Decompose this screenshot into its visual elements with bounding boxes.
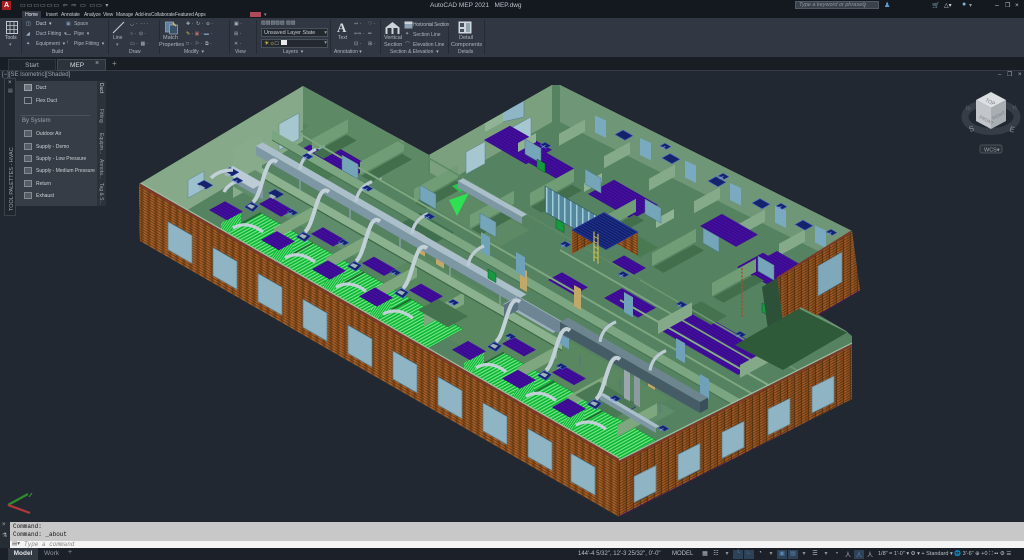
svg-text:N: N — [1012, 105, 1018, 112]
svg-text:TOOL PALETTES - HVAC: TOOL PALETTES - HVAC — [9, 147, 15, 211]
svg-text:WCS▾: WCS▾ — [984, 148, 1000, 154]
